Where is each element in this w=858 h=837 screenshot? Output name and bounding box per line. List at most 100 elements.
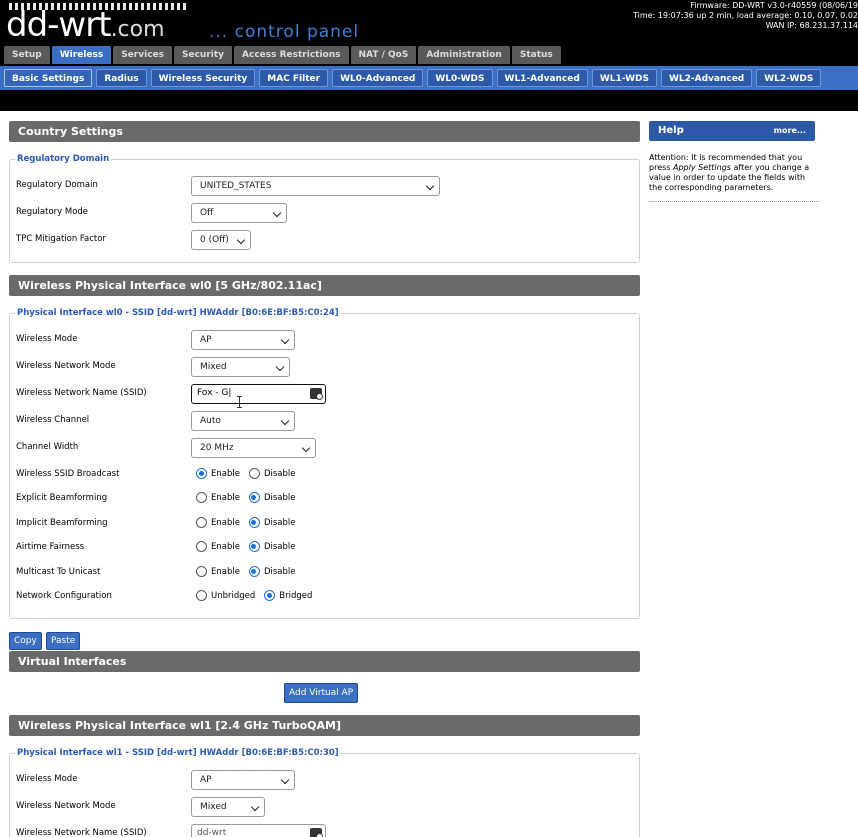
tab-wireless[interactable]: Wireless [51, 46, 112, 64]
wl1-ssid-label: Wireless Network Name (SSID) [16, 828, 147, 837]
wl0-multicast-row: Multicast To Unicast Enable Disable [16, 563, 616, 583]
disable-label: Disable [263, 517, 296, 528]
wl0-width-select[interactable]: 20 MHz [191, 438, 316, 458]
bridged-label: Bridged [279, 590, 313, 601]
wl1-title: Wireless Physical Interface wl1 [2.4 GHz… [9, 715, 640, 736]
broadcast-disable-radio[interactable]: Disable [248, 468, 296, 479]
regulatory-mode-label: Regulatory Mode [16, 207, 89, 217]
wl1-mode-select[interactable]: AP [191, 770, 295, 790]
multicast-disable-radio[interactable]: Disable [248, 566, 296, 577]
logo: dd-wrt.com [6, 8, 165, 47]
regulatory-domain-row: Regulatory Domain UNITED_STATES [16, 176, 616, 196]
tab-security[interactable]: Security [174, 46, 233, 64]
unbridged-label: Unbridged [211, 590, 256, 601]
wl0-netmode-select[interactable]: Mixed [191, 357, 290, 377]
wl0-explicit-row: Explicit Beamforming Enable Disable [16, 489, 616, 509]
airtime-enable-radio[interactable]: Enable [196, 541, 240, 552]
wl0-channel-value: Auto [200, 416, 221, 426]
tab-status[interactable]: Status [511, 46, 561, 64]
password-manager-icon[interactable] [310, 388, 323, 400]
subtab-wl2-wds[interactable]: WL2-WDS [756, 69, 822, 87]
broadcast-enable-radio[interactable]: Enable [196, 468, 240, 479]
regulatory-domain-select[interactable]: UNITED_STATES [191, 176, 440, 196]
wl1-box: Physical Interface wl1 - SSID [dd-wrt] H… [9, 748, 640, 837]
wl0-ssid-value: Fox - G [197, 388, 229, 398]
multicast-enable-radio[interactable]: Enable [196, 566, 240, 577]
tab-nat-qos[interactable]: NAT / QoS [350, 46, 417, 64]
wl0-netmode-row: Wireless Network Mode Mixed [16, 357, 616, 377]
wl0-channel-row: Wireless Channel Auto [16, 411, 616, 431]
copy-button[interactable]: Copy [9, 632, 42, 650]
chevron-down-icon [280, 416, 290, 426]
tab-administration[interactable]: Administration [418, 46, 510, 64]
regulatory-domain-box: Regulatory Domain Regulatory Domain UNIT… [9, 154, 640, 263]
help-text-emphasis: Apply Settings [673, 163, 731, 172]
chevron-down-icon [236, 235, 246, 245]
subtab-basic-settings[interactable]: Basic Settings [4, 69, 93, 87]
help-more-link[interactable]: more... [774, 121, 806, 141]
wl0-width-row: Channel Width 20 MHz [16, 438, 616, 458]
wl0-ssid-row: Wireless Network Name (SSID) Fox - G| [16, 384, 616, 404]
subtab-radius[interactable]: Radius [96, 69, 147, 87]
wl1-mode-value: AP [200, 775, 212, 785]
wl0-mode-value: AP [200, 335, 212, 345]
tab-services[interactable]: Services [113, 46, 172, 64]
regulatory-mode-select[interactable]: Off [191, 203, 287, 223]
subtab-wl1-wds[interactable]: WL1-WDS [591, 69, 657, 87]
subtab-wl1-advanced[interactable]: WL1-Advanced [496, 69, 588, 87]
tab-setup[interactable]: Setup [4, 46, 50, 64]
implicit-enable-radio[interactable]: Enable [196, 517, 240, 528]
wl0-channel-select[interactable]: Auto [191, 411, 295, 431]
wl0-netmode-label: Wireless Network Mode [16, 361, 116, 371]
wl0-netconf-row: Network Configuration Unbridged Bridged [16, 587, 616, 607]
implicit-disable-radio[interactable]: Disable [248, 517, 296, 528]
wl0-explicit-label: Explicit Beamforming [16, 493, 108, 503]
router-info: Firmware: DD-WRT v3.0-r40559 (08/06/19 T… [633, 1, 858, 31]
subtab-wl0-advanced[interactable]: WL0-Advanced [332, 69, 424, 87]
wl1-legend: Physical Interface wl1 - SSID [dd-wrt] H… [15, 748, 341, 758]
wl0-mode-label: Wireless Mode [16, 334, 78, 344]
disable-label: Disable [263, 566, 296, 577]
help-text: Attention: It is recommended that you pr… [649, 153, 819, 202]
wl0-mode-select[interactable]: AP [191, 330, 295, 350]
wl1-netmode-select[interactable]: Mixed [191, 797, 265, 817]
wan-ip-text: WAN IP: 68.231.37.114 [765, 21, 858, 30]
regulatory-mode-value: Off [200, 208, 214, 218]
subtab-wireless-security[interactable]: Wireless Security [150, 69, 256, 87]
password-manager-icon[interactable] [310, 828, 323, 837]
add-virtual-ap-button[interactable]: Add Virtual AP [284, 683, 359, 703]
tab-access-restrictions[interactable]: Access Restrictions [234, 46, 349, 64]
subtab-mac-filter[interactable]: MAC Filter [259, 69, 329, 87]
wl0-broadcast-row: Wireless SSID Broadcast Enable Disable [16, 465, 616, 485]
time-text: Time: 19:07:36 up 2 min, load average: 0… [632, 11, 858, 20]
disable-label: Disable [263, 468, 296, 479]
wl0-legend: Physical Interface wl0 - SSID [dd-wrt] H… [15, 308, 341, 318]
wl1-mode-row: Wireless Mode AP [16, 770, 616, 790]
tpc-select[interactable]: 0 (Off) [191, 230, 251, 250]
wl1-ssid-input[interactable]: dd-wrt [191, 824, 326, 837]
firmware-text: Firmware: DD-WRT v3.0-r40559 (08/06/19 [690, 1, 858, 10]
country-settings-title: Country Settings [9, 121, 640, 142]
control-panel-label: ... control panel [209, 22, 360, 42]
netconf-unbridged-radio[interactable]: Unbridged [196, 590, 255, 601]
explicit-disable-radio[interactable]: Disable [248, 492, 295, 503]
wl0-netmode-value: Mixed [200, 362, 227, 372]
sub-tabs: Basic Settings Radius Wireless Security … [0, 66, 858, 90]
wl0-airtime-label: Airtime Fairness [16, 542, 85, 552]
tpc-value: 0 (Off) [200, 235, 229, 245]
explicit-enable-radio[interactable]: Enable [196, 492, 240, 503]
paste-button[interactable]: Paste [46, 632, 81, 650]
subtab-wl2-advanced[interactable]: WL2-Advanced [660, 69, 753, 87]
regulatory-domain-label: Regulatory Domain [16, 180, 98, 190]
wl1-ssid-value: dd-wrt [197, 828, 227, 837]
chevron-down-icon [301, 443, 311, 453]
airtime-disable-radio[interactable]: Disable [248, 541, 295, 552]
wl0-box: Physical Interface wl0 - SSID [dd-wrt] H… [9, 308, 640, 619]
wl0-multicast-label: Multicast To Unicast [16, 567, 101, 577]
wl0-ssid-input[interactable]: Fox - G| [191, 384, 326, 404]
netconf-bridged-radio[interactable]: Bridged [264, 590, 312, 601]
header: dd-wrt.com ... control panel Firmware: D… [0, 0, 858, 111]
tpc-label: TPC Mitigation Factor [16, 234, 106, 244]
wl0-ssid-label: Wireless Network Name (SSID) [16, 388, 147, 398]
subtab-wl0-wds[interactable]: WL0-WDS [427, 69, 493, 87]
